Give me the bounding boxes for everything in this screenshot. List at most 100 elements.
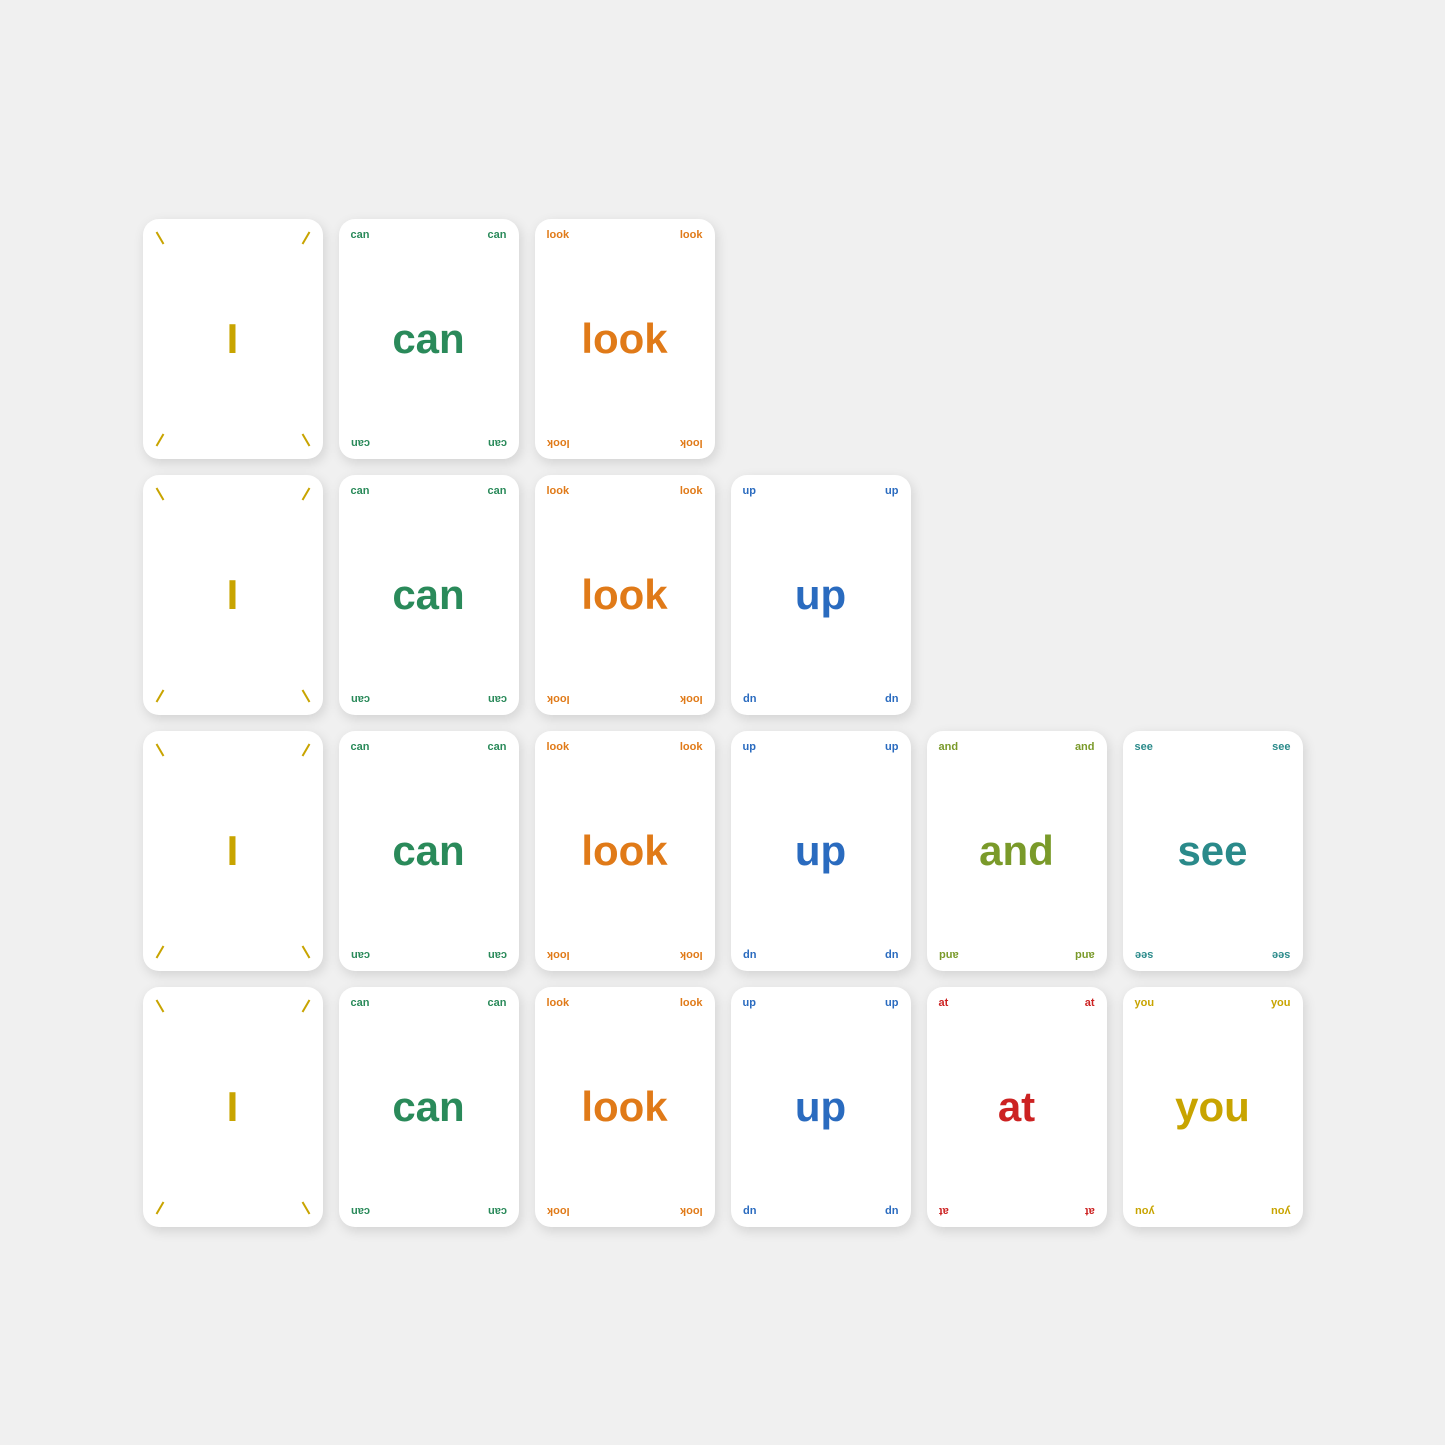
card-word-i-3: I (227, 827, 239, 875)
tick-bl (155, 689, 164, 702)
tick-br (301, 433, 310, 446)
card-grid: Ican can can can can look look look look look Ican… (103, 179, 1343, 1267)
tick-bl (155, 945, 164, 958)
corner-bl: look (547, 437, 570, 449)
card-word-can-4: can (392, 1083, 464, 1131)
card-word-i-1: I (227, 315, 239, 363)
corner-tr: look (680, 997, 703, 1009)
card-up-3: up up up up up (731, 987, 911, 1227)
corner-tl: you (1135, 997, 1155, 1009)
corner-tl: look (547, 229, 570, 241)
tick-tl (155, 999, 164, 1012)
empty-1-5 (927, 219, 1107, 459)
corner-tl: can (351, 229, 370, 241)
card-word-i-2: I (227, 571, 239, 619)
card-and-1: andandandandand (927, 731, 1107, 971)
tick-tr (301, 743, 310, 756)
corner-bl: up (743, 1205, 756, 1217)
card-you-1: you you you you you (1123, 987, 1303, 1227)
corner-br: can (488, 949, 507, 961)
card-word-can-2: can (392, 571, 464, 619)
card-look-2: looklooklooklooklook (535, 475, 715, 715)
card-word-look-2: look (581, 571, 667, 619)
corner-br: at (1085, 1205, 1095, 1217)
corner-tl: at (939, 997, 949, 1009)
corner-br: up (885, 693, 898, 705)
corner-br: you (1271, 1205, 1291, 1217)
corner-br: look (680, 949, 703, 961)
corner-tr: up (885, 485, 898, 497)
tick-tr (301, 999, 310, 1012)
corner-bl: at (939, 1205, 949, 1217)
corner-bl: can (351, 949, 370, 961)
card-word-up-3: up (795, 1083, 846, 1131)
tick-bl (155, 1201, 164, 1214)
tick-tr (301, 231, 310, 244)
card-at-1: atatatatat (927, 987, 1107, 1227)
card-word-look-4: look (581, 1083, 667, 1131)
corner-tl: can (351, 485, 370, 497)
card-up-2: upupupupup (731, 731, 911, 971)
corner-tr: look (680, 485, 703, 497)
corner-bl: see (1135, 949, 1153, 961)
corner-tl: up (743, 997, 756, 1009)
card-see-1: see see see see see (1123, 731, 1303, 971)
empty-1-4 (731, 219, 911, 459)
corner-tr: up (885, 997, 898, 1009)
card-word-you-1: you (1175, 1083, 1250, 1131)
tick-br (301, 945, 310, 958)
card-i-1: I (143, 219, 323, 459)
corner-bl: you (1135, 1205, 1155, 1217)
card-i-3: I (143, 731, 323, 971)
corner-tl: can (351, 741, 370, 753)
corner-tr: you (1271, 997, 1291, 1009)
corner-br: look (680, 437, 703, 449)
tick-tr (301, 487, 310, 500)
corner-tl: see (1135, 741, 1153, 753)
empty-2-5 (927, 475, 1107, 715)
corner-bl: look (547, 1205, 570, 1217)
corner-br: see (1272, 949, 1290, 961)
corner-tr: look (680, 229, 703, 241)
corner-tr: look (680, 741, 703, 753)
corner-tl: and (939, 741, 959, 753)
card-can-2: cancancancancan (339, 475, 519, 715)
card-word-look-1: look (581, 315, 667, 363)
corner-br: up (885, 1205, 898, 1217)
tick-br (301, 689, 310, 702)
tick-tl (155, 231, 164, 244)
card-word-up-2: up (795, 827, 846, 875)
corner-tr: can (488, 485, 507, 497)
corner-bl: and (939, 949, 959, 961)
corner-br: up (885, 949, 898, 961)
corner-bl: look (547, 949, 570, 961)
card-word-look-3: look (581, 827, 667, 875)
corner-tr: can (488, 997, 507, 1009)
corner-tl: look (547, 485, 570, 497)
tick-bl (155, 433, 164, 446)
corner-tr: and (1075, 741, 1095, 753)
corner-br: look (680, 1205, 703, 1217)
corner-tr: up (885, 741, 898, 753)
corner-tl: up (743, 741, 756, 753)
card-word-see-1: see (1177, 827, 1247, 875)
card-word-can-3: can (392, 827, 464, 875)
card-word-up-1: up (795, 571, 846, 619)
corner-tr: see (1272, 741, 1290, 753)
card-i-4: I (143, 987, 323, 1227)
card-can-4: cancancancancan (339, 987, 519, 1227)
card-can-3: cancancancancan (339, 731, 519, 971)
corner-bl: can (351, 693, 370, 705)
corner-br: and (1075, 949, 1095, 961)
corner-br: can (488, 437, 507, 449)
tick-tl (155, 487, 164, 500)
card-word-at-1: at (998, 1083, 1035, 1131)
empty-1-6 (1123, 219, 1303, 459)
card-word-can-1: can (392, 315, 464, 363)
card-up-1: upupupupup (731, 475, 911, 715)
tick-tl (155, 743, 164, 756)
corner-bl: look (547, 693, 570, 705)
tick-br (301, 1201, 310, 1214)
card-i-2: I (143, 475, 323, 715)
card-word-i-4: I (227, 1083, 239, 1131)
